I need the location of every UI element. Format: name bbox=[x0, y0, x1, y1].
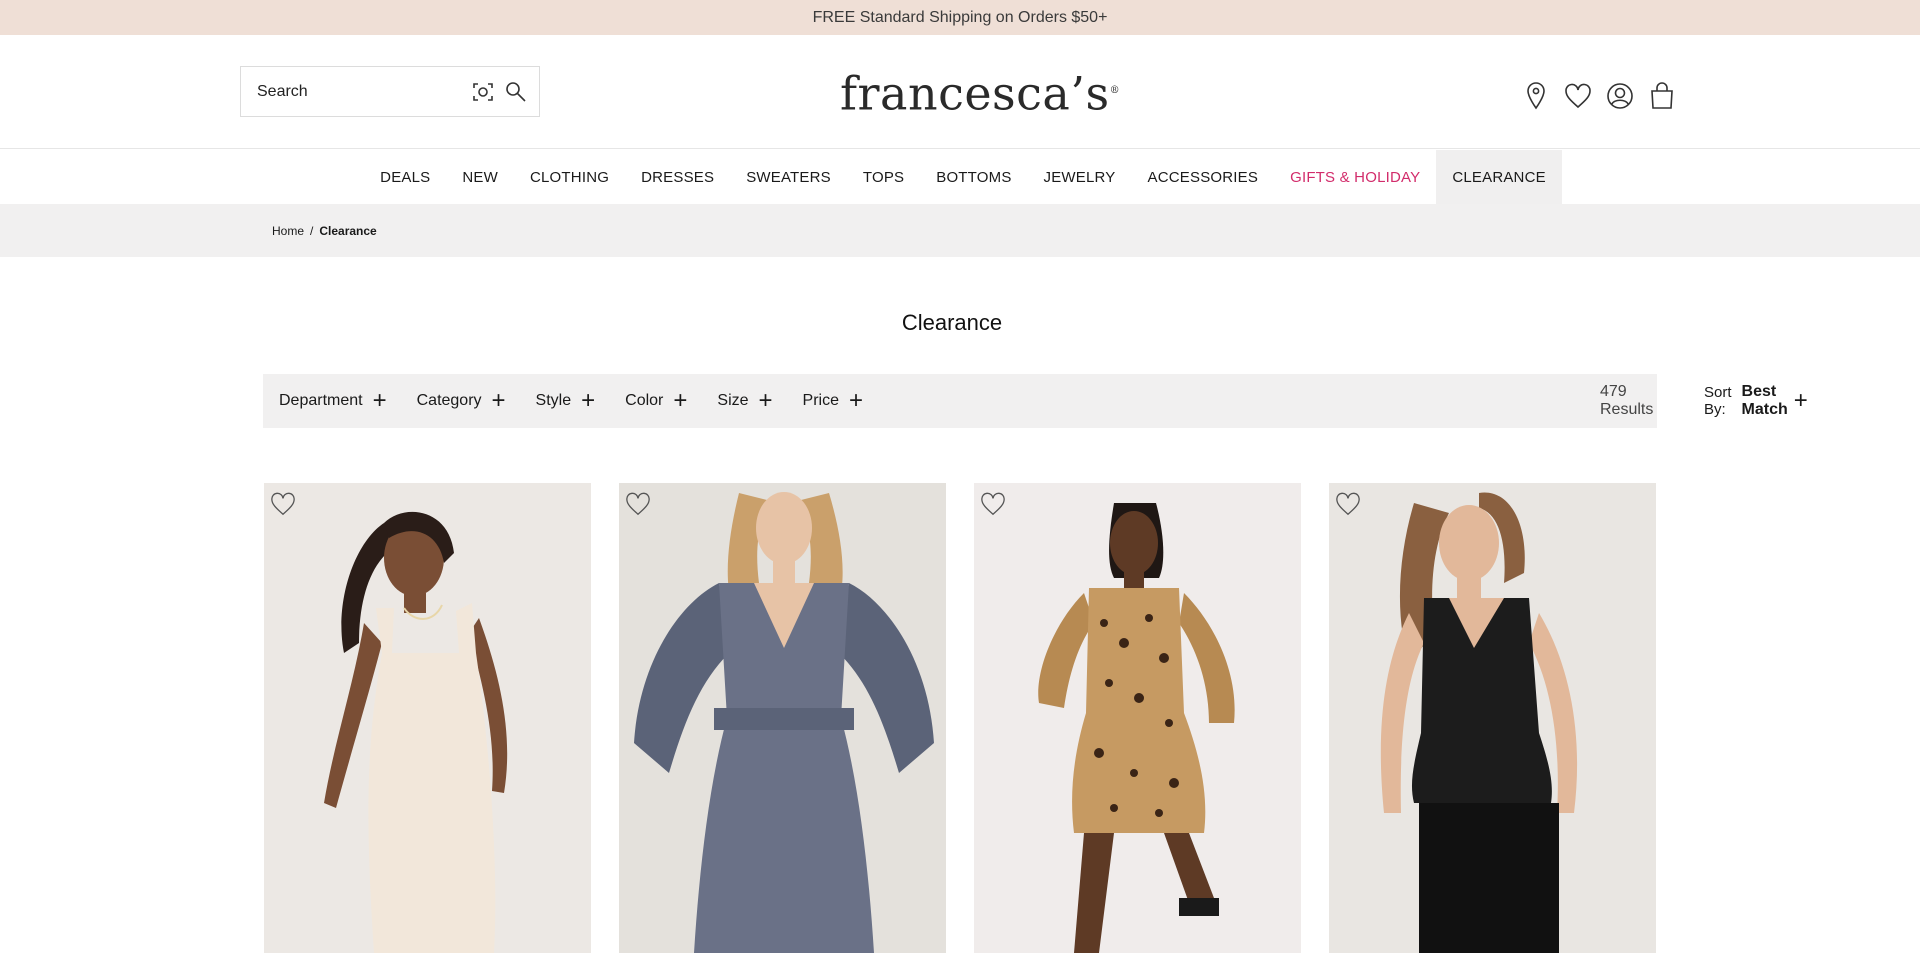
filter-label: Category bbox=[416, 392, 482, 409]
plus-icon: + bbox=[848, 387, 863, 414]
promo-text[interactable]: FREE Standard Shipping on Orders $50+ bbox=[813, 9, 1108, 27]
breadcrumb-separator: / bbox=[310, 223, 314, 238]
product-image[interactable] bbox=[1329, 483, 1656, 953]
nav-item-new[interactable]: NEW bbox=[446, 150, 514, 204]
filter-size[interactable]: Size + bbox=[717, 389, 772, 413]
product-card[interactable] bbox=[264, 483, 591, 953]
search-box[interactable] bbox=[240, 66, 540, 117]
promo-banner[interactable]: FREE Standard Shipping on Orders $50+ bbox=[0, 0, 1920, 35]
breadcrumb: Home / Clearance bbox=[0, 204, 1920, 257]
filter-label: Size bbox=[717, 392, 749, 409]
location-icon[interactable] bbox=[1522, 81, 1550, 111]
nav-item-jewelry[interactable]: JEWELRY bbox=[1028, 150, 1132, 204]
filter-label: Color bbox=[625, 392, 664, 409]
filter-department[interactable]: Department + bbox=[279, 389, 387, 413]
brand-logo[interactable]: francesca’s® bbox=[840, 61, 1120, 121]
plus-icon: + bbox=[1793, 387, 1808, 414]
product-card[interactable] bbox=[974, 483, 1301, 953]
nav-item-clothing[interactable]: CLOTHING bbox=[514, 150, 625, 204]
product-image[interactable] bbox=[264, 483, 591, 953]
wishlist-heart-icon[interactable] bbox=[270, 491, 296, 517]
product-image[interactable] bbox=[619, 483, 946, 953]
product-card[interactable] bbox=[1329, 483, 1656, 953]
nav-item-gifts-holiday[interactable]: GIFTS & HOLIDAY bbox=[1274, 150, 1436, 204]
nav-item-deals[interactable]: DEALS bbox=[364, 150, 446, 204]
wishlist-heart-icon[interactable] bbox=[625, 491, 651, 517]
product-grid bbox=[264, 483, 1656, 953]
nav-item-dresses[interactable]: DRESSES bbox=[625, 150, 730, 204]
nav-item-tops[interactable]: TOPS bbox=[847, 150, 920, 204]
filter-color[interactable]: Color + bbox=[625, 389, 687, 413]
visual-search-icon[interactable] bbox=[471, 80, 495, 104]
results-count: 479 Results bbox=[1600, 383, 1654, 418]
sort-value: Best Match bbox=[1741, 383, 1788, 418]
filter-category[interactable]: Category + bbox=[417, 389, 506, 413]
filter-bar: Department + Category + Style + Color + Size… bbox=[263, 374, 1808, 428]
filter-label: Department bbox=[279, 392, 363, 409]
breadcrumb-home[interactable]: Home bbox=[272, 224, 304, 238]
sort-dropdown[interactable]: Sort By: Best Match + bbox=[1704, 383, 1808, 419]
nav-item-accessories[interactable]: ACCESSORIES bbox=[1132, 150, 1275, 204]
plus-icon: + bbox=[372, 387, 387, 414]
breadcrumb-current: Clearance bbox=[319, 223, 377, 238]
nav-item-bottoms[interactable]: BOTTOMS bbox=[920, 150, 1027, 204]
filter-style[interactable]: Style + bbox=[536, 389, 596, 413]
plus-icon: + bbox=[581, 387, 596, 414]
filter-label: Style bbox=[535, 392, 572, 409]
site-header: francesca’s® bbox=[0, 35, 1920, 149]
plus-icon: + bbox=[758, 387, 773, 414]
plus-icon: + bbox=[673, 387, 688, 414]
search-icon[interactable] bbox=[504, 80, 528, 104]
nav-item-clearance[interactable]: CLEARANCE bbox=[1436, 150, 1562, 204]
filter-label: Price bbox=[802, 392, 839, 409]
shopping-bag-icon[interactable] bbox=[1648, 81, 1676, 111]
main-navigation: DEALS NEW CLOTHING DRESSES SWEATERS TOPS… bbox=[0, 150, 1920, 204]
wishlist-heart-icon[interactable] bbox=[1564, 81, 1592, 111]
product-image[interactable] bbox=[974, 483, 1301, 953]
page-title: Clearance bbox=[901, 310, 1003, 335]
search-input[interactable] bbox=[241, 82, 461, 101]
filter-price[interactable]: Price + bbox=[803, 389, 863, 413]
plus-icon: + bbox=[491, 387, 506, 414]
wishlist-heart-icon[interactable] bbox=[980, 491, 1006, 517]
account-icon[interactable] bbox=[1606, 81, 1634, 111]
nav-item-sweaters[interactable]: SWEATERS bbox=[730, 150, 847, 204]
sort-label: Sort By: bbox=[1704, 384, 1732, 418]
wishlist-heart-icon[interactable] bbox=[1335, 491, 1361, 517]
product-card[interactable] bbox=[619, 483, 946, 953]
